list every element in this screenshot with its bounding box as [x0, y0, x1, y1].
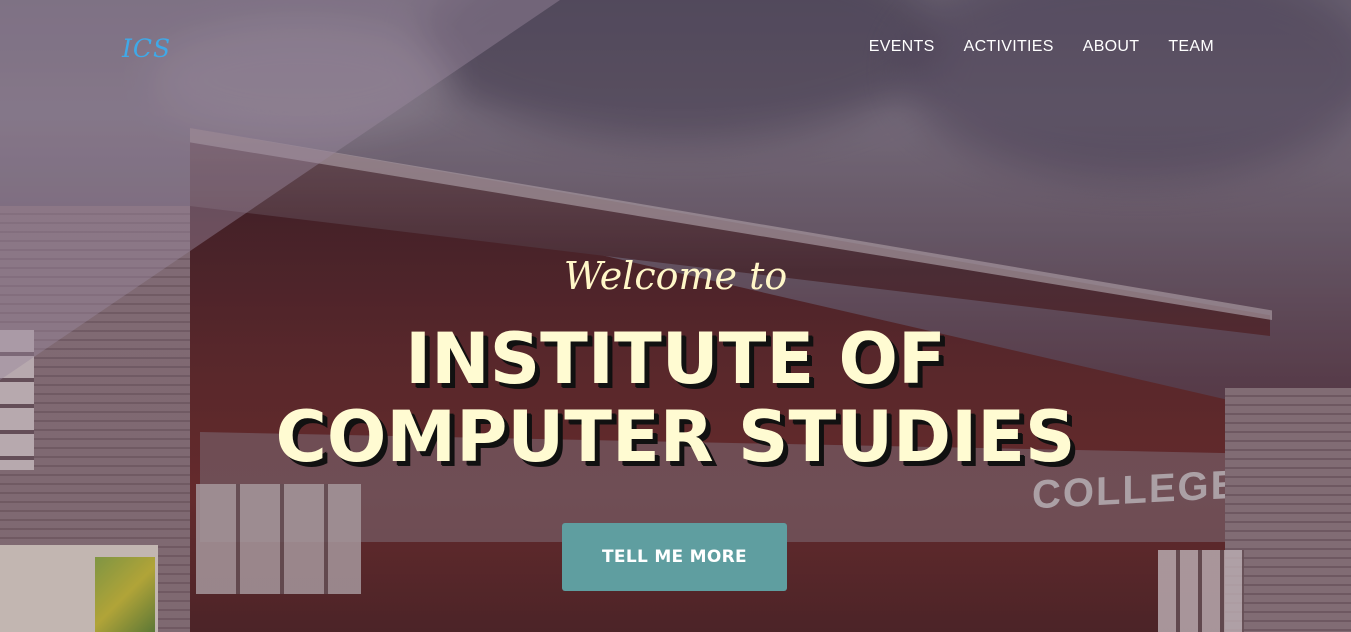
tell-me-more-button[interactable]: TELL ME MORE [562, 523, 787, 591]
nav-item-events: EVENTS [869, 38, 935, 56]
nav-link-about[interactable]: ABOUT [1083, 38, 1140, 55]
nav-link-activities[interactable]: ACTIVITIES [964, 38, 1054, 55]
nav-links: EVENTS ACTIVITIES ABOUT TEAM [869, 38, 1214, 56]
hero-subheading: Welcome to [563, 254, 788, 298]
hero-heading: INSTITUTE OF COMPUTER STUDIES [275, 318, 1076, 478]
nav-item-about: ABOUT [1083, 38, 1140, 56]
hero-text: Welcome to INSTITUTE OF COMPUTER STUDIES [0, 250, 1351, 476]
main-navbar: ICS EVENTS ACTIVITIES ABOUT TEAM [0, 0, 1351, 96]
nav-item-activities: ACTIVITIES [964, 38, 1054, 56]
nav-link-team[interactable]: TEAM [1168, 38, 1214, 55]
nav-item-team: TEAM [1168, 38, 1214, 56]
nav-link-events[interactable]: EVENTS [869, 38, 935, 55]
brand-logo[interactable]: ICS [122, 34, 171, 63]
